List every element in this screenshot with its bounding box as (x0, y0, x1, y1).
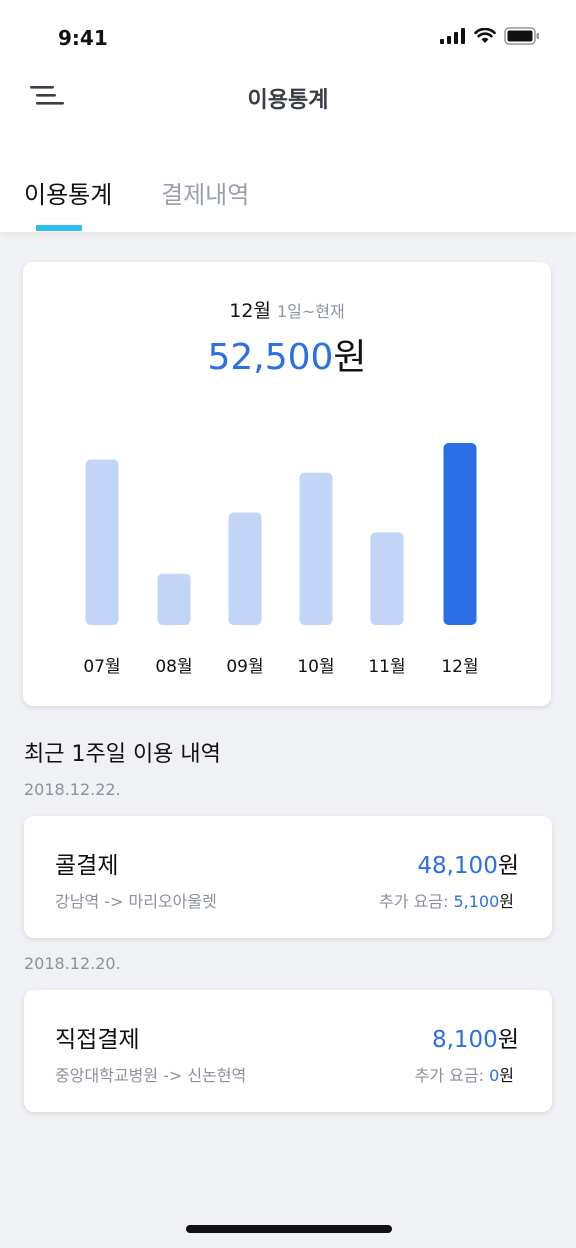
chart-month-label: 11월 (368, 657, 405, 677)
chart-bar (228, 512, 262, 625)
trip-amount: 8,100원 (432, 1020, 519, 1054)
chart-bar (443, 443, 477, 625)
trip-payment-type: 콜결제 (55, 853, 119, 879)
battery-icon (504, 27, 539, 45)
recent-section-title: 최근 1주일 이용 내역 (24, 742, 221, 767)
home-indicator (186, 1225, 392, 1233)
extra-fee-value: 0 (489, 1066, 500, 1085)
usage-chart-card: 12월 1일~현재 52,500원 07월 08월 09월 10월 11월 12월 (23, 262, 551, 706)
chart-bar (370, 532, 404, 625)
header: 9:41 이용통계 이용통계 결제내역 (0, 0, 576, 232)
nav-bar: 이용통계 (0, 76, 576, 120)
usage-bar-chart: 07월 08월 09월 10월 11월 12월 (83, 443, 479, 677)
trip-date: 2018.12.22. (24, 780, 121, 799)
chart-bar (299, 472, 333, 625)
trip-card[interactable]: 직접결제 중앙대학교병원 -> 신논현역 8,100원 추가 요금: 0원 (24, 990, 552, 1112)
extra-fee-unit: 원 (499, 892, 514, 911)
extra-fee-label: 추가 요금: (414, 1066, 490, 1085)
trip-date: 2018.12.20. (24, 954, 121, 973)
trip-amount: 48,100원 (417, 846, 519, 880)
status-icons (440, 27, 540, 45)
wifi-icon (474, 28, 496, 43)
chart-month-label: 12월 (441, 657, 478, 677)
trip-amount-unit: 원 (497, 853, 519, 879)
extra-fee-label: 추가 요금: (379, 892, 454, 911)
status-time: 9:41 (58, 26, 108, 50)
signal-icon (440, 28, 465, 44)
extra-fee-unit: 원 (499, 1066, 514, 1085)
trip-card[interactable]: 콜결제 강남역 -> 마리오아울렛 48,100원 추가 요금: 5,100원 (24, 816, 552, 938)
page-title: 이용통계 (247, 88, 329, 113)
tab-usage-stats[interactable]: 이용통계 (24, 175, 112, 210)
chart-bar (85, 459, 119, 625)
active-tab-indicator (36, 225, 82, 231)
trip-amount-value: 48,100 (417, 853, 498, 879)
trip-amount-unit: 원 (497, 1027, 519, 1053)
tab-bar: 이용통계 결제내역 (0, 175, 576, 232)
chart-month-label: 10월 (297, 657, 334, 677)
status-bar: 9:41 (0, 0, 576, 76)
trip-route: 강남역 -> 마리오아울렛 (55, 892, 217, 911)
chart-month-label: 09월 (226, 657, 263, 677)
trip-extra-fee: 추가 요금: 5,100원 (379, 888, 514, 912)
trip-amount-value: 8,100 (431, 1027, 498, 1053)
chart-month-label: 07월 (83, 657, 120, 677)
tab-payment-history[interactable]: 결제내역 (161, 175, 249, 210)
trip-extra-fee: 추가 요금: 0원 (415, 1062, 514, 1086)
trip-route: 중앙대학교병원 -> 신논현역 (55, 1066, 247, 1085)
chart-bar (157, 573, 191, 625)
extra-fee-value: 5,100 (453, 892, 500, 911)
trip-payment-type: 직접결제 (55, 1027, 140, 1053)
chart-month-label: 08월 (155, 657, 192, 677)
